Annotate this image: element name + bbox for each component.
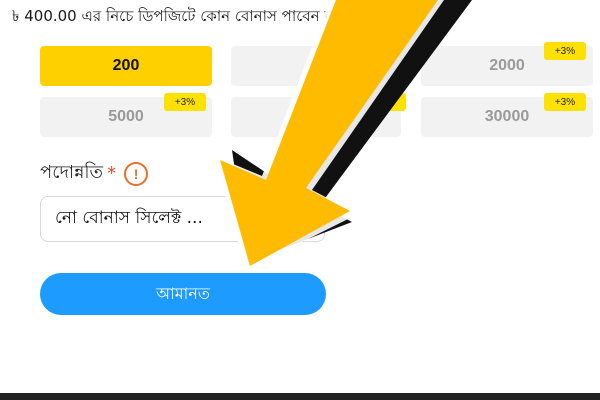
bonus-badge: +3% — [164, 93, 206, 111]
promotion-select[interactable]: নো বোনাস সিলেক্ট ... — [40, 196, 325, 242]
bonus-badge: +3% — [544, 93, 586, 111]
deposit-minimum-notice: ৳ 400.00 এর নিচে ডিপজিটে কোন বোনাস পাবেন… — [12, 7, 338, 25]
amount-label: 2000 — [489, 57, 525, 74]
amount-label: 30000 — [484, 108, 530, 125]
promotion-label: পদোন্নতি — [40, 162, 104, 183]
amount-button-hidden[interactable] — [231, 46, 401, 86]
bonus-badge: +3% — [364, 93, 406, 111]
amount-label: 200 — [112, 57, 140, 74]
promotion-label-row: পদোন্নতি * ! — [40, 158, 149, 189]
required-mark: * — [107, 163, 117, 184]
bottom-divider — [0, 393, 600, 400]
promotion-select-value: নো বোনাস সিলেক্ট ... — [55, 208, 203, 228]
deposit-submit-button[interactable]: আমানত — [40, 273, 326, 315]
amount-button-200[interactable]: 200 — [40, 46, 212, 86]
bonus-badge: +3% — [544, 42, 586, 60]
warning-icon[interactable]: ! — [124, 161, 149, 186]
amount-label: 5000 — [108, 108, 144, 125]
